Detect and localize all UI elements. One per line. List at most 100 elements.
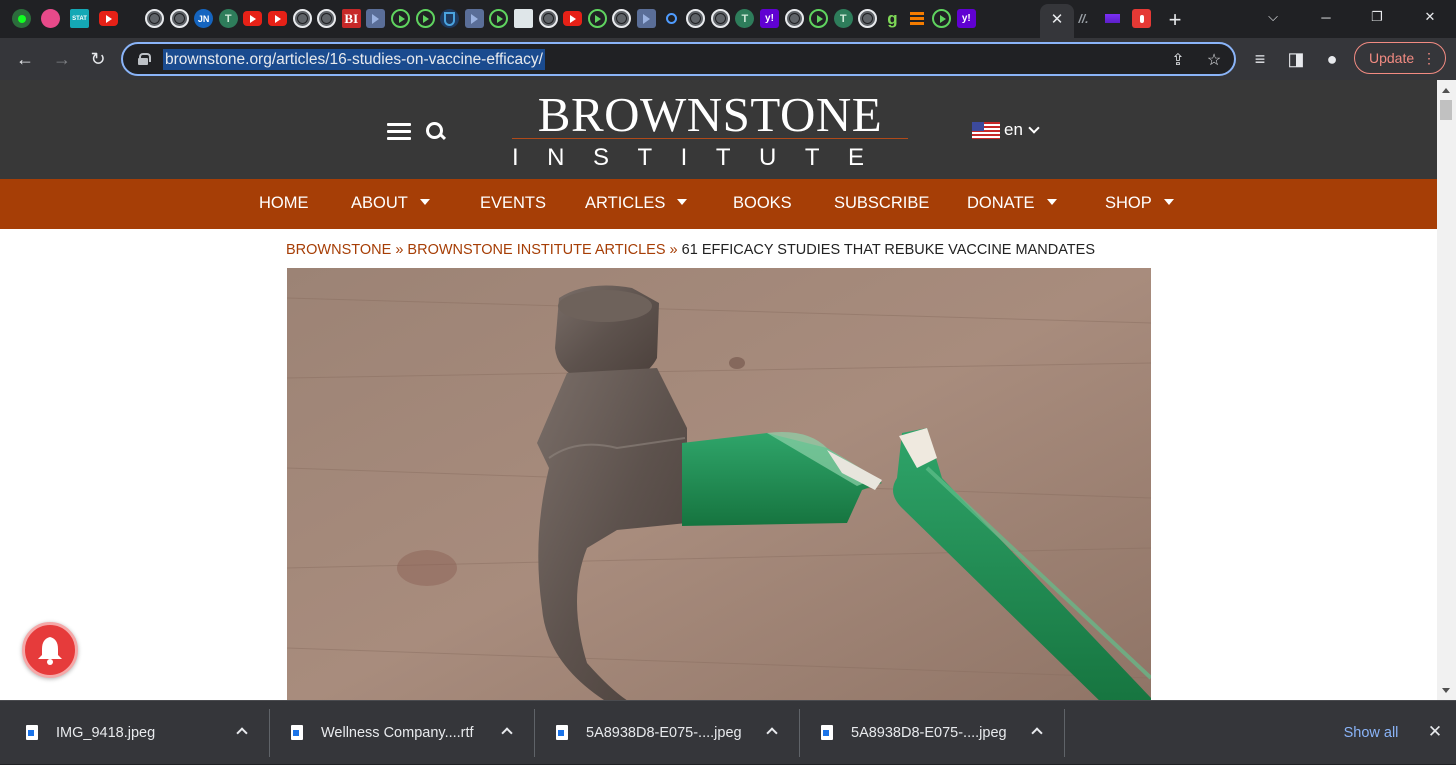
yahoo-icon[interactable]: y! (760, 9, 779, 28)
minimize-button[interactable]: ─ (1311, 4, 1341, 30)
nav-subscribe[interactable]: SUBSCRIBE (834, 194, 929, 214)
shield-icon[interactable] (440, 9, 460, 28)
nav-label: EVENTS (480, 194, 547, 212)
nav-about[interactable]: ABOUT (351, 194, 430, 214)
orange-bars-icon[interactable] (908, 9, 927, 28)
globe-icon[interactable] (292, 9, 312, 28)
bell-icon (38, 637, 62, 665)
scroll-down-arrow-icon[interactable] (1442, 688, 1450, 693)
side-panel-icon[interactable]: ◨ (1284, 47, 1308, 71)
close-downloads-icon[interactable]: ✕ (1424, 721, 1446, 743)
bookmark-star-icon[interactable]: ☆ (1204, 50, 1224, 70)
forward-arrow-icon[interactable]: → (50, 47, 74, 71)
purple-envelope-icon[interactable] (1103, 9, 1122, 28)
tree-icon[interactable] (833, 9, 853, 28)
globe-icon[interactable] (538, 9, 558, 28)
main-nav: HOME ABOUT EVENTS ARTICLES BOOKS SUBSCRI… (0, 179, 1437, 229)
download-filename: IMG_9418.jpeg (56, 725, 156, 741)
hamburger-menu-icon[interactable] (387, 123, 411, 141)
download-filename: 5A8938D8-E075-....jpeg (586, 725, 742, 741)
scrollbar-thumb[interactable] (1440, 100, 1452, 120)
flag-icon[interactable] (366, 9, 386, 28)
url-text[interactable]: brownstone.org/articles/16-studies-on-va… (163, 49, 545, 70)
share-icon[interactable]: ⇪ (1168, 50, 1188, 70)
breadcrumb-section-link[interactable]: BROWNSTONE INSTITUTE ARTICLES (407, 242, 665, 258)
logo-wordmark[interactable]: BROWNSTONE (510, 86, 910, 143)
notification-bell-button[interactable] (22, 622, 78, 678)
tab-close-icon[interactable]: ✕ (1046, 8, 1068, 30)
download-item[interactable]: 5A8938D8-E075-....jpeg (556, 701, 784, 765)
nav-label: DONATE (967, 194, 1035, 212)
youtube-icon[interactable] (268, 11, 287, 26)
reload-icon[interactable]: ↻ (86, 47, 110, 71)
globe-tree-icon[interactable] (12, 9, 31, 28)
update-button[interactable]: Update ⋮ (1354, 42, 1446, 74)
pink-flower-icon[interactable] (41, 9, 60, 28)
broken-hammer-photo (287, 268, 1151, 700)
nav-articles[interactable]: ARTICLES (585, 194, 688, 214)
chevron-up-icon[interactable] (501, 727, 513, 739)
nav-shop[interactable]: SHOP (1105, 194, 1174, 214)
play-icon[interactable] (489, 9, 509, 28)
stat-news-icon[interactable]: STAT (70, 9, 89, 28)
breadcrumb-home-link[interactable]: BROWNSTONE (286, 242, 391, 258)
restore-button[interactable]: ❐ (1362, 4, 1392, 30)
globe-icon[interactable] (612, 9, 632, 28)
yahoo-icon[interactable]: y! (956, 9, 976, 28)
globe-icon[interactable] (784, 9, 804, 28)
menu-dots-icon[interactable]: ⋮ (1422, 43, 1436, 73)
download-item[interactable]: IMG_9418.jpeg (26, 701, 254, 765)
flag-icon[interactable] (637, 9, 656, 28)
globe-icon[interactable] (169, 9, 189, 28)
nav-label: SHOP (1105, 194, 1152, 212)
chevron-up-icon[interactable] (766, 727, 778, 739)
show-all-downloads-button[interactable]: Show all (1328, 717, 1414, 749)
youtube-icon[interactable] (563, 11, 583, 26)
g-icon[interactable]: g (883, 9, 902, 28)
scroll-up-arrow-icon[interactable] (1442, 88, 1450, 93)
nav-home[interactable]: HOME (259, 194, 309, 214)
globe-icon[interactable] (686, 9, 706, 28)
play-icon[interactable] (809, 9, 829, 28)
tree-icon[interactable] (218, 9, 238, 28)
play-icon[interactable] (587, 9, 607, 28)
lock-icon[interactable] (137, 53, 151, 65)
chevron-up-icon[interactable] (236, 727, 248, 739)
download-item[interactable]: Wellness Company....rtf (291, 701, 519, 765)
globe-icon[interactable] (145, 9, 164, 28)
close-window-button[interactable]: ✕ (1415, 4, 1445, 30)
page-scrollbar[interactable] (1437, 80, 1456, 700)
back-arrow-icon[interactable]: ← (13, 47, 37, 71)
nav-books[interactable]: BOOKS (733, 194, 792, 214)
youtube-icon[interactable] (99, 11, 118, 26)
search-icon[interactable] (426, 122, 446, 142)
nav-donate[interactable]: DONATE (967, 194, 1057, 214)
flag-icon[interactable] (464, 9, 484, 28)
jn-icon[interactable]: JN (194, 9, 214, 28)
address-bar[interactable]: brownstone.org/articles/16-studies-on-va… (121, 42, 1236, 76)
youtube-icon[interactable] (243, 11, 263, 26)
tree-icon[interactable] (735, 9, 755, 28)
download-filename: Wellness Company....rtf (321, 725, 474, 741)
globe-icon[interactable] (317, 9, 337, 28)
media-queue-icon[interactable]: ≡ (1248, 47, 1272, 71)
profile-avatar-icon[interactable]: ● (1320, 47, 1344, 71)
nav-events[interactable]: EVENTS (480, 194, 546, 214)
logo-subtitle[interactable]: INSTITUTE (512, 144, 912, 172)
play-icon[interactable] (932, 9, 952, 28)
grid-icon[interactable] (514, 9, 533, 28)
globe-icon[interactable] (858, 9, 878, 28)
chevron-up-icon[interactable] (1031, 727, 1043, 739)
download-item[interactable]: 5A8938D8-E075-....jpeg (821, 701, 1049, 765)
new-tab-button[interactable]: + (1162, 7, 1188, 33)
globe-icon[interactable] (710, 9, 730, 28)
play-icon[interactable] (415, 9, 435, 28)
business-insider-icon[interactable]: BI (341, 9, 361, 28)
tab-search-chevron-icon[interactable]: ⌵ (1258, 4, 1288, 30)
word-file-icon (291, 725, 303, 740)
play-icon[interactable] (391, 9, 410, 28)
search-icon[interactable] (662, 9, 681, 28)
microphone-icon[interactable] (1132, 9, 1151, 28)
download-filename: 5A8938D8-E075-....jpeg (851, 725, 1007, 741)
stripes-icon[interactable]: //. (1074, 9, 1093, 28)
